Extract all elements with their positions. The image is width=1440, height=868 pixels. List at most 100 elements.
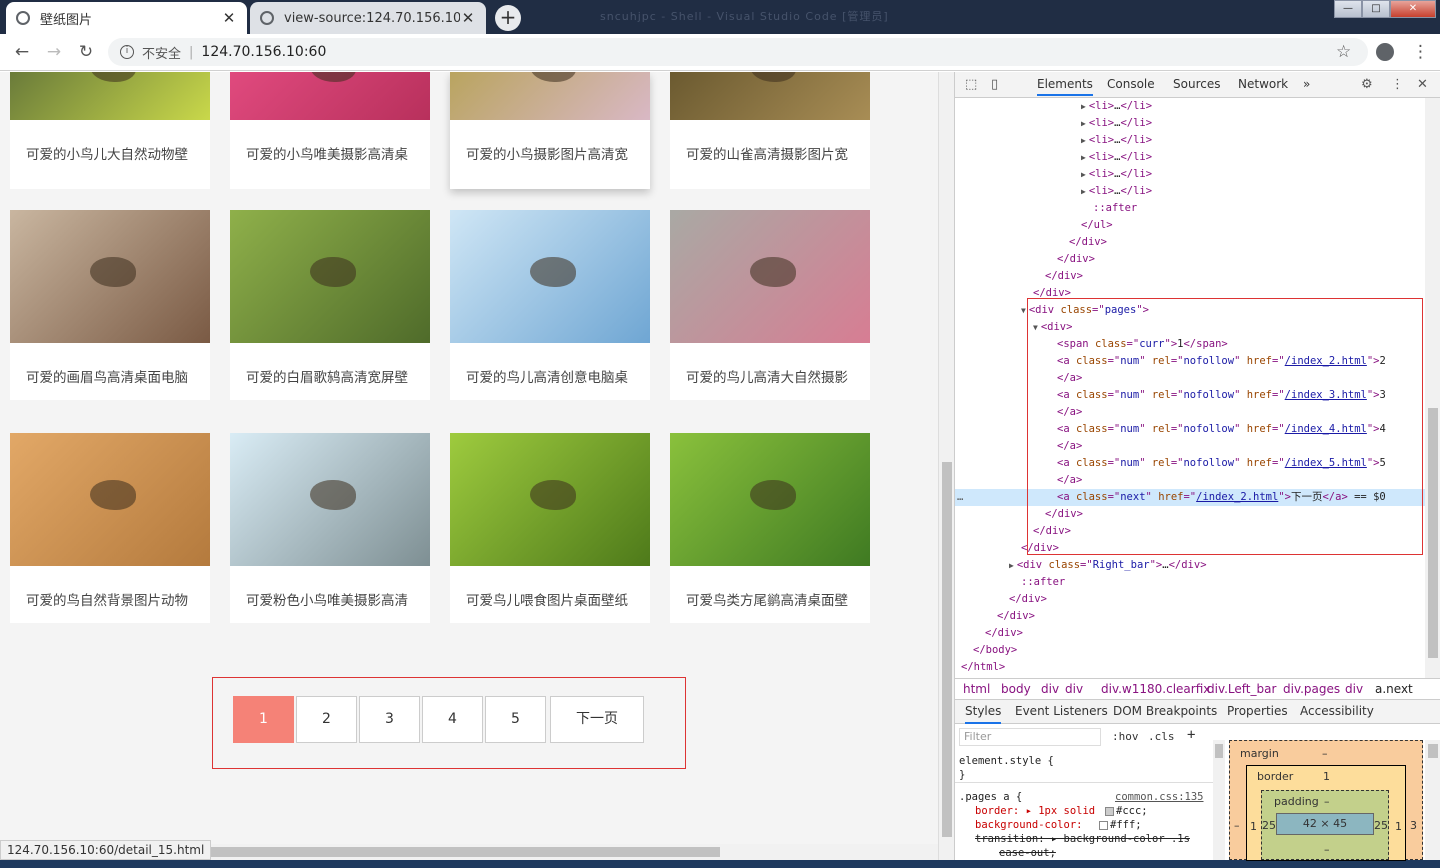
- tab-accessibility[interactable]: Accessibility: [1300, 700, 1374, 722]
- dom-node-line[interactable]: ▶ <li>…</li>: [1081, 183, 1152, 200]
- more-tabs-button[interactable]: »: [1303, 77, 1310, 91]
- wallpaper-caption[interactable]: 可爱鸟类方尾鹟高清桌面壁: [670, 566, 870, 636]
- wallpaper-card[interactable]: 可爱的白眉歌鸫高清宽屏壁: [230, 210, 430, 400]
- expand-triangle-icon[interactable]: ▶: [1081, 170, 1086, 179]
- tab-elements[interactable]: Elements: [1037, 77, 1093, 96]
- tab-close-icon[interactable]: ✕: [460, 9, 476, 27]
- dom-node-line[interactable]: ▶ <li>…</li>: [1081, 115, 1152, 132]
- wallpaper-card[interactable]: 可爱鸟类方尾鹟高清桌面壁: [670, 433, 870, 623]
- breadcrumb-item[interactable]: div.pages: [1283, 679, 1340, 699]
- elements-tree[interactable]: … ▶ <li>…</li> ▶ <li>…</li> ▶ <li>…</li> ▶ <li>……: [955, 98, 1425, 678]
- tab-view-source[interactable]: view-source:124.70.156.10:60 ✕: [250, 2, 486, 34]
- class-toggle[interactable]: .cls: [1148, 730, 1175, 743]
- tab-event-listeners[interactable]: Event Listeners: [1015, 700, 1108, 722]
- address-bar[interactable]: i 不安全 | 124.70.156.10:60: [108, 38, 1368, 66]
- background-property[interactable]: background-color:: [975, 818, 1082, 832]
- wallpaper-card[interactable]: 可爱的鸟自然背景图片动物: [10, 433, 210, 623]
- chrome-menu-icon[interactable]: ⋮: [1412, 42, 1429, 62]
- tab-properties[interactable]: Properties: [1227, 700, 1288, 722]
- dom-node-line[interactable]: ▶ <div class="Right_bar">…</div>: [1009, 557, 1207, 574]
- minimize-button[interactable]: —: [1334, 0, 1362, 18]
- new-tab-button[interactable]: +: [495, 5, 521, 31]
- bird-thumbnail[interactable]: [230, 72, 430, 120]
- wallpaper-caption[interactable]: 可爱的山雀高清摄影图片宽: [670, 120, 870, 190]
- devtools-close-icon[interactable]: ✕: [1417, 77, 1428, 92]
- bird-thumbnail[interactable]: [670, 210, 870, 343]
- bird-thumbnail[interactable]: [10, 72, 210, 120]
- box-model-scrollbar[interactable]: [1425, 740, 1440, 860]
- bird-thumbnail[interactable]: [670, 72, 870, 120]
- dom-node-line[interactable]: ▶ <li>…</li>: [1081, 132, 1152, 149]
- breadcrumb-item[interactable]: a.next: [1375, 679, 1413, 699]
- next-page-button[interactable]: 下一页: [550, 696, 644, 743]
- wallpaper-caption[interactable]: 可爱的画眉鸟高清桌面电脑: [10, 343, 210, 413]
- dom-node-line[interactable]: ▶ <li>…</li>: [1081, 166, 1152, 183]
- dom-node-line[interactable]: </div>: [1057, 251, 1095, 268]
- dom-node-line[interactable]: </div>: [997, 608, 1035, 625]
- tab-close-icon[interactable]: ✕: [221, 9, 237, 27]
- wallpaper-caption[interactable]: 可爱的鸟自然背景图片动物: [10, 566, 210, 636]
- expand-triangle-icon[interactable]: ▶: [1081, 119, 1086, 128]
- wallpaper-card[interactable]: 可爱的画眉鸟高清桌面电脑: [10, 210, 210, 400]
- wallpaper-card[interactable]: 可爱的小鸟唯美摄影高清桌: [230, 72, 430, 189]
- wallpaper-card[interactable]: 可爱的山雀高清摄影图片宽: [670, 72, 870, 189]
- expand-triangle-icon[interactable]: ▶: [1081, 136, 1086, 145]
- page-4-button[interactable]: 4: [422, 696, 483, 743]
- expand-triangle-icon[interactable]: ▶: [1009, 561, 1014, 570]
- expand-triangle-icon[interactable]: ▶: [1081, 187, 1086, 196]
- breadcrumb-item[interactable]: body: [1001, 679, 1031, 699]
- transition-property[interactable]: transition: ▸ background-color .1s: [975, 832, 1190, 846]
- dom-node-line[interactable]: ::after: [1093, 200, 1137, 217]
- settings-gear-icon[interactable]: ⚙: [1361, 77, 1373, 92]
- page-1-button[interactable]: 1: [233, 696, 294, 743]
- tab-styles[interactable]: Styles: [965, 700, 1002, 724]
- dom-node-line[interactable]: </html>: [961, 659, 1005, 676]
- wallpaper-caption[interactable]: 可爱的小鸟儿大自然动物壁: [10, 120, 210, 190]
- breadcrumb-item[interactable]: html: [963, 679, 990, 699]
- border-property[interactable]: border: ▸ 1px solid: [975, 804, 1095, 818]
- wallpaper-card[interactable]: 可爱的鸟儿高清大自然摄影: [670, 210, 870, 400]
- color-swatch-ccc[interactable]: [1105, 807, 1114, 816]
- dom-node-line[interactable]: </body>: [973, 642, 1017, 659]
- bird-thumbnail[interactable]: [230, 210, 430, 343]
- scrollbar-thumb[interactable]: [942, 462, 952, 837]
- bird-thumbnail[interactable]: [450, 433, 650, 566]
- page-2-button[interactable]: 2: [296, 696, 357, 743]
- wallpaper-caption[interactable]: 可爱的鸟儿高清创意电脑桌: [450, 343, 650, 413]
- expand-triangle-icon[interactable]: ▶: [1081, 153, 1086, 162]
- elements-scrollbar[interactable]: [1425, 98, 1440, 678]
- wallpaper-card[interactable]: 可爱鸟儿喂食图片桌面壁纸: [450, 433, 650, 623]
- tab-sources[interactable]: Sources: [1173, 77, 1220, 91]
- expand-triangle-icon[interactable]: ▶: [1081, 102, 1086, 111]
- bookmark-star-icon[interactable]: ☆: [1336, 42, 1351, 62]
- dom-node-line[interactable]: </div>: [1045, 268, 1083, 285]
- expand-triangle-icon[interactable]: ▼: [1021, 306, 1026, 315]
- dom-node-line[interactable]: ▶ <li>…</li>: [1081, 98, 1152, 115]
- scrollbar-thumb[interactable]: [1215, 744, 1223, 758]
- wallpaper-card[interactable]: 可爱的小鸟儿大自然动物壁: [10, 72, 210, 189]
- dom-node-line[interactable]: ▶ <li>…</li>: [1081, 149, 1152, 166]
- styles-filter-input[interactable]: Filter: [959, 728, 1101, 746]
- tab-network[interactable]: Network: [1238, 77, 1288, 91]
- tab-console[interactable]: Console: [1107, 77, 1155, 91]
- page-3-button[interactable]: 3: [359, 696, 420, 743]
- add-rule-button[interactable]: +: [1187, 727, 1195, 743]
- dom-node-line[interactable]: ::after: [1021, 574, 1065, 591]
- breadcrumb-item[interactable]: div: [1345, 679, 1363, 699]
- wallpaper-caption[interactable]: 可爱的小鸟唯美摄影高清桌: [230, 120, 430, 190]
- dom-node-line[interactable]: </ul>: [1081, 217, 1113, 234]
- breadcrumb-item[interactable]: div.Left_bar: [1207, 679, 1276, 699]
- devtools-more-icon[interactable]: ⋮: [1391, 77, 1404, 92]
- account-avatar-icon[interactable]: [1376, 43, 1394, 61]
- wallpaper-caption[interactable]: 可爱的小鸟摄影图片高清宽: [450, 120, 650, 190]
- hover-state-toggle[interactable]: :hov: [1112, 730, 1139, 743]
- page-vertical-scrollbar[interactable]: [938, 72, 954, 862]
- bird-thumbnail[interactable]: [230, 433, 430, 566]
- dom-node-line[interactable]: </div>: [985, 625, 1023, 642]
- scrollbar-thumb[interactable]: [1428, 408, 1438, 658]
- wallpaper-card[interactable]: 可爱的小鸟摄影图片高清宽: [450, 72, 650, 189]
- bird-thumbnail[interactable]: [670, 433, 870, 566]
- inspect-element-icon[interactable]: ⬚: [965, 77, 977, 92]
- breadcrumb-item[interactable]: div: [1041, 679, 1059, 699]
- dom-node-line[interactable]: </div>: [1009, 591, 1047, 608]
